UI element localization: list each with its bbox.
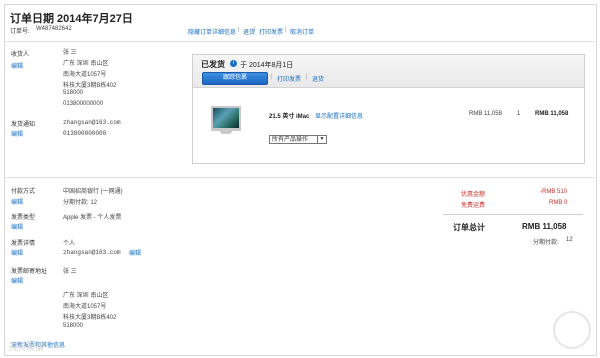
- watermark-text: 天天观察: [8, 342, 45, 352]
- address-phone: 013800000000: [63, 101, 104, 107]
- header-separator: |: [254, 27, 256, 33]
- shipment-separator: |: [306, 74, 308, 80]
- contact-phone: 013800000000: [63, 130, 107, 137]
- address-name: 张 三: [63, 50, 77, 56]
- item-unit-price: RMB 11,058: [469, 111, 502, 117]
- edit-invoice-email-link[interactable]: 编辑: [129, 248, 141, 257]
- invoice-info-label: 发票详情: [11, 241, 36, 247]
- shipping-value: RMB 0: [549, 200, 568, 206]
- hide-order-details-link[interactable]: 隐藏订单详细信息: [188, 27, 236, 36]
- order-number: W487482642: [36, 26, 72, 32]
- payment-label: 付款方式: [11, 189, 36, 195]
- invoice-type-value: Apple 发票 - 个人发票: [63, 215, 122, 221]
- item-details-link[interactable]: 显示配置详细信息: [315, 111, 363, 120]
- invoice-address-label: 发票邮寄地址: [11, 269, 48, 275]
- discount-value: -RMB 510: [540, 189, 568, 195]
- total-label: 订单总计: [453, 223, 485, 232]
- shipment-status: 已发货: [201, 60, 225, 69]
- imac-product-image: [211, 106, 241, 131]
- print-invoice-link[interactable]: 打印发票: [259, 27, 283, 36]
- edit-invoice-address-link[interactable]: 编辑: [11, 276, 23, 285]
- address-line: 南海大道1057号: [63, 72, 107, 78]
- shipment-date: 于 2014年8月1日: [240, 62, 294, 69]
- address-label: 收货人: [11, 52, 30, 58]
- invoice-info-email: zhangsan@163.com: [63, 249, 121, 256]
- shipment-separator: |: [271, 74, 273, 80]
- summary-installments-label: 分期付款:: [533, 240, 559, 246]
- summary-installments-value: 12: [566, 237, 573, 243]
- chevron-down-icon: ▼: [317, 136, 326, 143]
- order-number-label: 订单号:: [10, 29, 30, 35]
- discount-label: 优惠金额: [461, 192, 486, 198]
- invoice-type-label: 发票类型: [11, 215, 36, 221]
- edit-invoice-info-link[interactable]: 编辑: [11, 248, 23, 257]
- address-line: 广东 深圳 南山区: [63, 61, 109, 67]
- invoice-address-line: 南海大道1057号: [63, 304, 107, 310]
- invoice-address-line: 广东 深圳 南山区: [63, 293, 109, 299]
- page-title: 订单日期 2014年7月27日: [10, 13, 133, 25]
- cancel-order-link[interactable]: 取消订单: [290, 27, 314, 36]
- invoice-address-name: 张 三: [63, 269, 77, 275]
- shipment-print-invoice-link[interactable]: 打印发票: [277, 74, 301, 83]
- divider: [5, 177, 595, 178]
- contact-label: 发货通知: [11, 122, 36, 128]
- summary-divider: [443, 214, 583, 215]
- invoice-address-line: 科技大厦3期B栋402: [63, 315, 117, 321]
- item-quantity: 1: [517, 111, 521, 117]
- shipment-header: 已发货 i 于 2014年8月1日 跟踪包裹 | 打印发票 | 退货: [193, 55, 584, 88]
- item-name: 21.5 英寸 iMac: [269, 114, 310, 120]
- header-separator: |: [238, 27, 240, 33]
- invoice-info-type: 个人: [63, 241, 76, 247]
- address-line: 科技大厦3期B栋402: [63, 83, 117, 89]
- invoice-address-line: 518000: [63, 323, 84, 329]
- edit-invoice-type-link[interactable]: 编辑: [11, 222, 23, 231]
- track-package-button[interactable]: 跟踪包裹: [202, 72, 268, 85]
- payment-method: 中国招商银行 (一网通): [63, 189, 123, 195]
- payment-installments: 分期付款: 12: [63, 200, 98, 206]
- info-icon[interactable]: i: [230, 60, 237, 67]
- edit-contact-link[interactable]: 编辑: [11, 129, 23, 138]
- edit-address-link[interactable]: 编辑: [11, 61, 23, 70]
- imac-stand: [220, 131, 232, 134]
- watermark-logo-icon: [553, 311, 591, 349]
- address-line: 518000: [63, 90, 84, 96]
- divider: [5, 41, 595, 42]
- edit-payment-link[interactable]: 编辑: [11, 197, 23, 206]
- contact-email: zhangsan@163.com: [63, 119, 121, 126]
- shipment-return-link[interactable]: 退货: [312, 74, 324, 83]
- shipment-box: 已发货 i 于 2014年8月1日 跟踪包裹 | 打印发票 | 退货 21.5 …: [192, 54, 585, 164]
- product-actions-select[interactable]: 所有产品操作 ▼: [269, 135, 327, 144]
- product-actions-value: 所有产品操作: [272, 137, 309, 143]
- total-value: RMB 11,058: [522, 222, 567, 231]
- header-separator: |: [285, 27, 287, 33]
- item-line-total: RMB 11,058: [535, 111, 569, 117]
- shipping-label: 免费运费: [461, 203, 486, 209]
